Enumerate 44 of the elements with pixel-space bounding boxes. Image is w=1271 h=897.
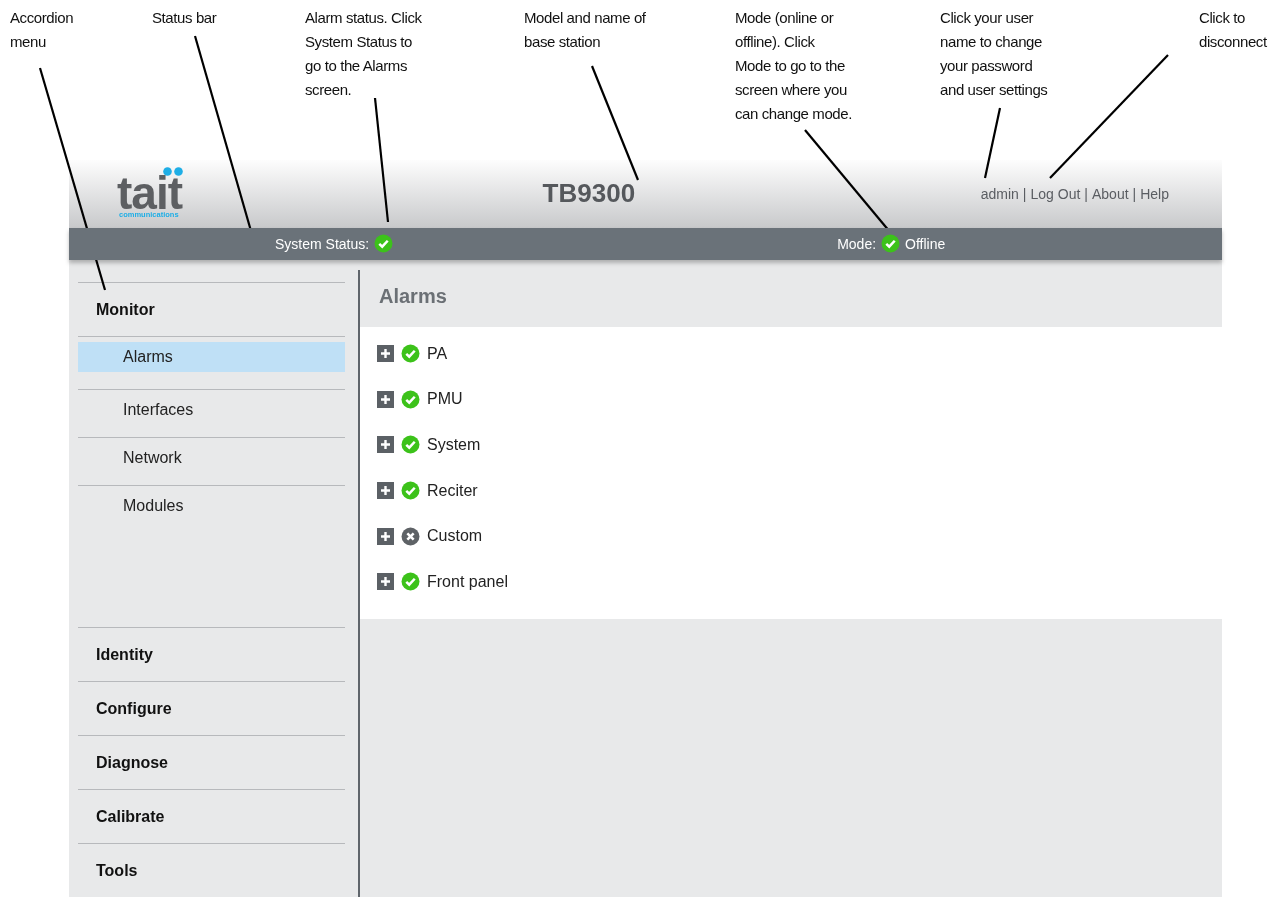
system-status-link[interactable]: System Status: [275,235,370,252]
callout-text: Accordion menu [10,8,74,52]
alarm-label[interactable]: PA [427,344,448,363]
expand-icon[interactable] [377,573,394,591]
station-title: TB9300 [541,178,637,210]
callout-text: Click your user name to change your password and user settings [940,8,1048,100]
callout-text: Alarm status. Click System Status to go to the Alarms screen. [305,8,422,100]
alarm-label[interactable]: Custom [427,527,483,546]
accordion-header[interactable]: Identity [78,628,345,681]
accordion-header[interactable]: Configure [78,682,345,735]
expand-icon[interactable] [377,436,394,454]
alarm-label[interactable]: System [427,436,481,454]
alarm-label[interactable]: PMU [427,390,463,409]
expand-icon[interactable] [377,527,394,545]
expand-icon[interactable] [377,345,394,363]
link-separator: | [1132,185,1137,202]
alarm-label[interactable]: Reciter [427,481,478,500]
leader-line [983,107,1002,179]
mode-link[interactable]: Mode: [837,235,877,252]
callout-text: Model and name of base station [524,8,646,52]
header-link[interactable]: About [1091,185,1129,202]
menu-item[interactable]: Interfaces [78,395,345,425]
expand-icon[interactable] [377,482,394,500]
menu-item[interactable]: Network [78,443,345,473]
alarm-label[interactable]: Front panel [427,572,508,591]
mode-value: Offline [905,235,946,252]
link-separator: | [1022,185,1027,202]
callout-text: Mode (online or offline). Click Mode to go to the screen where you can change mode. [735,8,853,124]
callout-text: Status bar [152,8,217,28]
menu-item[interactable]: Modules [78,491,345,521]
header-link[interactable]: Help [1140,185,1169,202]
accordion-header[interactable]: Diagnose [78,736,345,789]
header-link[interactable]: Log Out [1030,185,1081,202]
link-separator: | [1084,185,1088,202]
logo-dots-icon [163,166,183,176]
accordion-header[interactable]: Monitor [78,283,345,336]
header-link[interactable]: admin [980,185,1019,202]
accordion-header[interactable]: Tools [78,844,345,897]
page-title: Alarms [378,284,448,309]
accordion-header[interactable]: Calibrate [78,790,345,843]
menu-item[interactable]: Alarms [78,342,345,372]
logo-wordmark: tait [117,176,182,209]
callout-text: Click to disconnect [1199,8,1267,52]
expand-icon[interactable] [377,390,394,408]
